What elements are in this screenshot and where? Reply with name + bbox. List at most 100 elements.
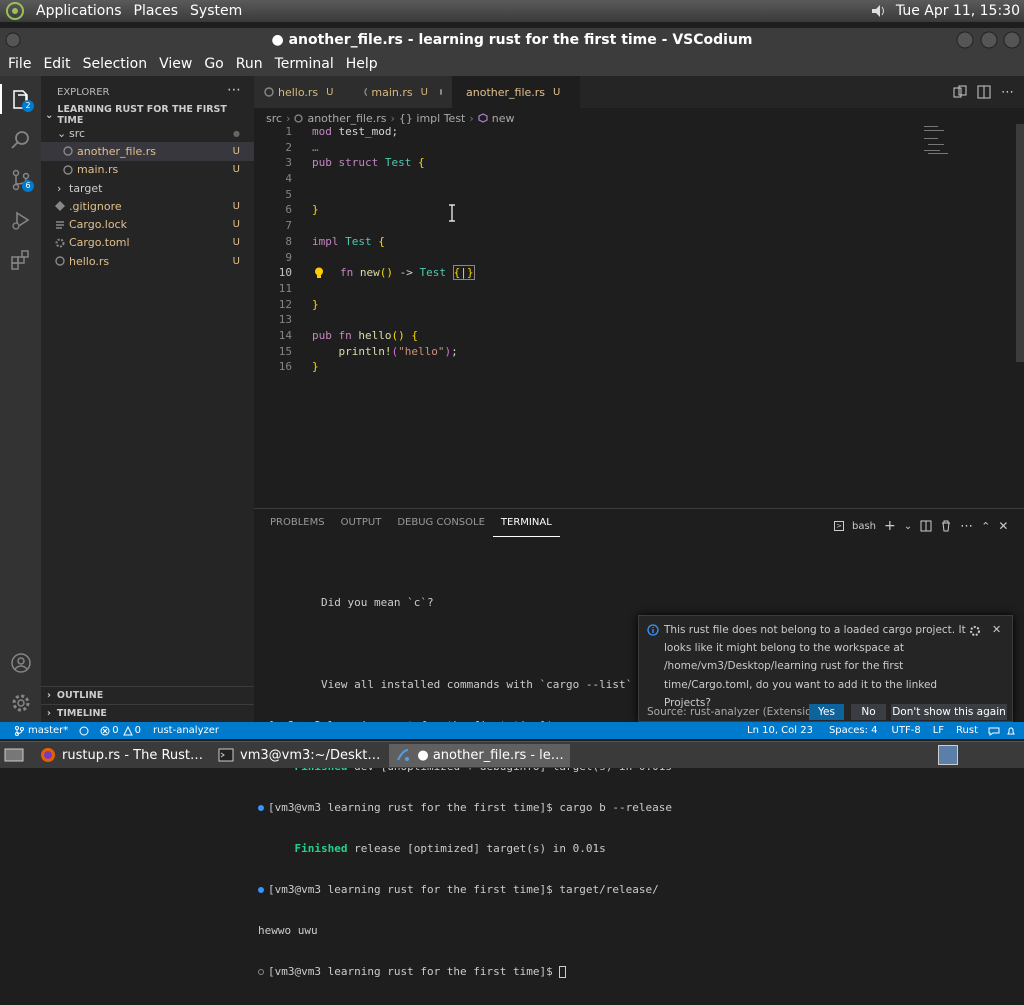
close-icon[interactable] [1003,31,1021,49]
tree-item-hello-rs[interactable]: hello.rs U [41,252,254,270]
lightbulb-icon[interactable] [314,267,324,279]
window-menu-icon[interactable] [5,32,21,48]
dirty-dot-icon[interactable] [439,89,442,95]
system-menu[interactable]: System [184,3,248,19]
code-line: 2… [254,140,1024,156]
taskbar-item-label: vm3@vm3:~/Deskt… [240,747,381,763]
menubar: File Edit Selection View Go Run Terminal… [0,52,1024,76]
taskbar-item-firefox[interactable]: rustup.rs - The Rust… [34,744,209,767]
tab-status: U [553,86,561,98]
menu-help[interactable]: Help [340,56,384,72]
new-terminal-icon[interactable]: + [884,518,896,534]
dont-show-again-button[interactable]: Don't show this again [891,704,1007,720]
terminal-line: [vm3@vm3 learning rust for the first tim… [258,882,672,897]
menu-terminal[interactable]: Terminal [269,56,340,72]
places-menu[interactable]: Places [128,3,185,19]
untracked-badge: U [232,145,240,157]
tab-another-file-rs[interactable]: another_file.rs U [452,76,580,108]
tree-item-another-file[interactable]: another_file.rs U [41,142,254,161]
terminal-output[interactable]: Did you mean `c`? View all installed com… [258,569,672,1005]
tab-main-rs[interactable]: main.rs U [354,76,452,108]
taskbar-item-terminal[interactable]: vm3@vm3:~/Deskt… [212,744,386,767]
timeline-section[interactable]: › TIMELINE [41,704,254,722]
terminal-shell-label[interactable]: bash [852,521,876,532]
minimize-icon[interactable] [956,31,974,49]
menu-file[interactable]: File [2,56,37,72]
cursor-position[interactable]: Ln 10, Col 23 [747,725,813,736]
trash-icon[interactable] [940,520,952,532]
editor-scrollbar[interactable] [1016,124,1024,362]
explorer-more-icon[interactable]: ⋯ [227,82,241,98]
indentation[interactable]: Spaces: 4 [829,725,878,736]
chevron-down-icon[interactable]: ⌄ [904,521,912,532]
taskbar-item-label: rustup.rs - The Rust… [62,747,204,763]
split-terminal-icon[interactable] [920,520,932,532]
rust-analyzer-status[interactable]: rust-analyzer [153,725,219,736]
tab-problems[interactable]: PROBLEMS [262,517,333,537]
git-branch[interactable]: master* [28,725,68,736]
tree-item-label: .gitignore [69,199,122,213]
menu-view[interactable]: View [153,56,198,72]
outline-section[interactable]: › OUTLINE [41,686,254,704]
more-actions-icon[interactable]: ⋯ [960,519,973,534]
split-editor-icon[interactable] [977,85,991,99]
encoding[interactable]: UTF-8 [892,725,921,736]
tab-debug-console[interactable]: DEBUG CONSOLE [389,517,493,537]
volume-icon[interactable] [870,2,888,20]
chevron-right-icon: › [47,708,51,719]
code-editor[interactable]: 1 mod test_mod; 2… 3 pub struct Test { 4 5… [254,124,1024,375]
minimap[interactable] [922,124,1012,164]
maximize-panel-icon[interactable]: ⌃ [981,520,990,533]
tab-terminal[interactable]: TERMINAL [492,517,560,537]
more-actions-icon[interactable]: ⋯ [1001,85,1014,100]
clock[interactable]: Tue Apr 11, 15:30 [896,3,1020,19]
run-debug-icon[interactable] [9,208,33,232]
tree-item-src[interactable]: ⌄ src ● [41,124,254,142]
workspace-folder-header[interactable]: ⌄ LEARNING RUST FOR THE FIRST TIME [41,104,254,126]
close-icon[interactable]: ✕ [992,623,1001,636]
mate-logo-icon[interactable] [6,2,24,20]
tree-item-cargo-toml[interactable]: Cargo.toml U [41,234,254,252]
tree-item-cargo-lock[interactable]: Cargo.lock U [41,215,254,233]
close-panel-icon[interactable]: ✕ [998,519,1008,533]
breadcrumb-item[interactable]: {} impl Test [399,112,465,125]
tree-item-target[interactable]: › target [41,179,254,197]
taskbar-item-label: ● another_file.rs - le… [417,747,564,763]
settings-gear-icon[interactable] [9,691,33,715]
rust-file-icon [294,113,304,123]
menu-edit[interactable]: Edit [37,56,76,72]
warning-count[interactable]: 0 [135,725,141,736]
menu-run[interactable]: Run [230,56,269,72]
compare-changes-icon[interactable] [953,85,967,99]
menu-selection[interactable]: Selection [77,56,154,72]
menu-go[interactable]: Go [198,56,229,72]
terminal-line-text: [vm3@vm3 learning rust for the first tim… [268,965,560,978]
line-text: } [312,297,319,311]
no-button[interactable]: No [851,704,886,720]
maximize-icon[interactable] [980,31,998,49]
extensions-icon[interactable] [9,248,33,272]
tree-item-main-rs[interactable]: main.rs U [41,161,254,179]
bell-icon[interactable] [1006,726,1016,736]
tab-output[interactable]: OUTPUT [333,517,390,537]
workspace-switcher[interactable] [938,745,958,765]
window-titlebar[interactable]: ● another_file.rs - learning rust for th… [0,28,1024,52]
tab-hello-rs[interactable]: hello.rs U [254,76,354,108]
sync-icon[interactable] [78,726,90,736]
taskbar-item-vscodium[interactable]: ● another_file.rs - le… [389,743,570,767]
tree-item-gitignore[interactable]: .gitignore U [41,197,254,215]
breadcrumb-item[interactable]: src [266,112,282,125]
end-of-line[interactable]: LF [933,725,944,736]
account-icon[interactable] [9,651,33,675]
search-icon[interactable] [9,128,33,152]
show-desktop-icon[interactable] [4,747,24,763]
gear-icon[interactable] [969,625,981,637]
error-count[interactable]: 0 [112,725,118,736]
applications-menu[interactable]: Applications [30,3,128,19]
yes-button[interactable]: Yes [809,704,844,720]
top-panel: Applications Places System Tue Apr 11, 1… [0,0,1024,22]
breadcrumb-item[interactable]: new [492,112,515,125]
language-mode[interactable]: Rust [956,725,978,736]
feedback-icon[interactable] [988,726,1000,736]
breadcrumb-item[interactable]: another_file.rs [307,112,386,125]
